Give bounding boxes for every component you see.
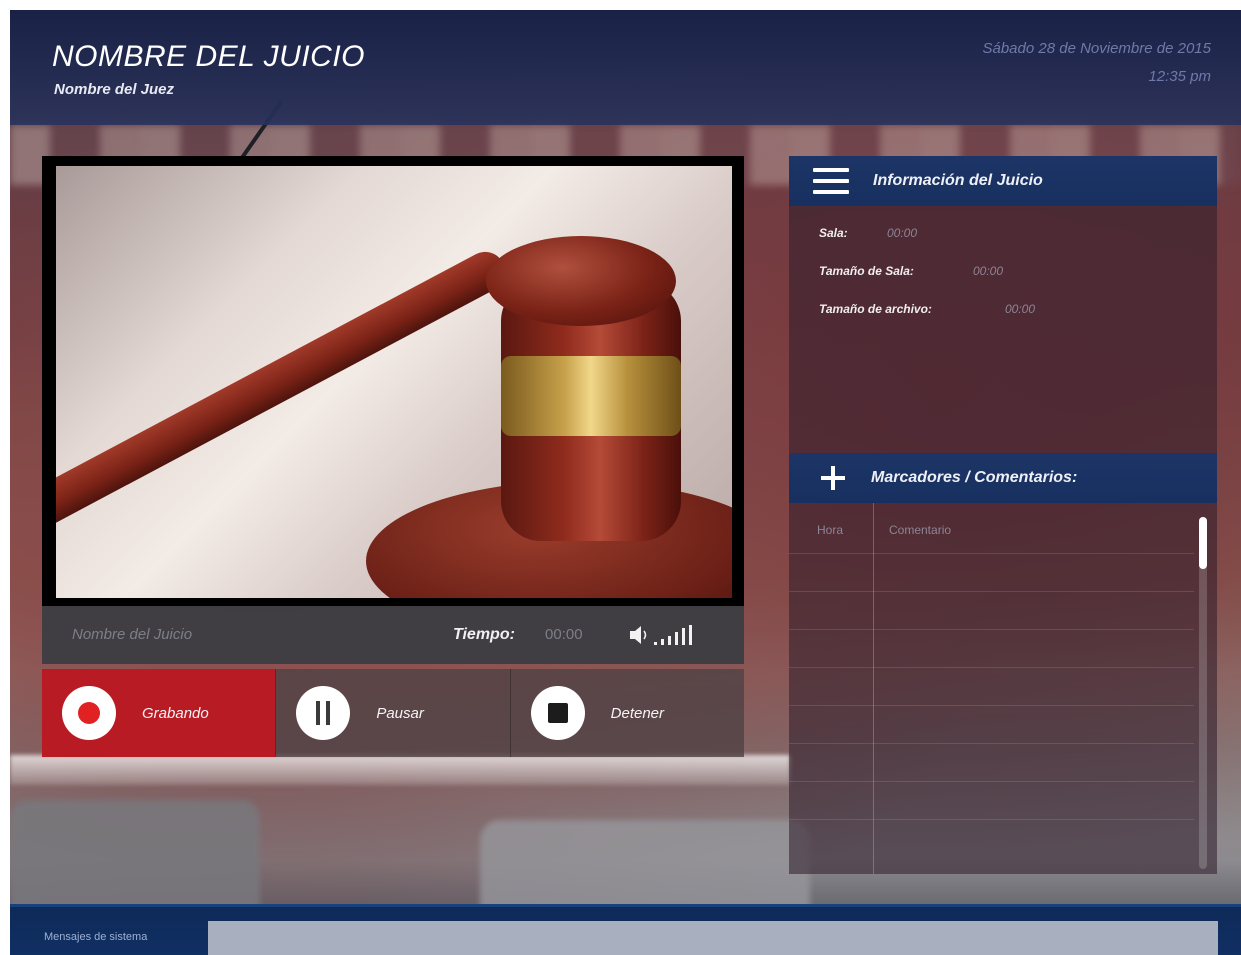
info-row-label: Sala: [819, 226, 848, 240]
video-player[interactable] [42, 156, 744, 606]
info-row-value: 00:00 [1005, 302, 1036, 316]
info-row-label: Tamaño de archivo: [819, 302, 932, 316]
table-row [789, 553, 1194, 554]
pause-label: Pausar [376, 704, 424, 722]
judge-name: Nombre del Juez [54, 81, 175, 98]
info-panel-title: Información del Juicio [873, 172, 1043, 189]
header: NOMBRE DEL JUICIO Nombre del Juez Sábado… [10, 10, 1241, 125]
video-name: Nombre del Juicio [72, 626, 193, 643]
elapsed-time-label: Tiempo: [453, 626, 515, 643]
time-label: 12:35 pm [1148, 68, 1211, 85]
recording-controls: Grabando Pausar Detener [42, 669, 744, 757]
system-messages-label: Mensajes de sistema [44, 931, 148, 943]
app-window: NOMBRE DEL JUICIO Nombre del Juez Sábado… [10, 10, 1241, 955]
table-row [789, 743, 1194, 744]
menu-icon[interactable] [813, 168, 849, 194]
gavel-head-top [486, 236, 676, 326]
table-row [789, 781, 1194, 782]
info-row-value: 00:00 [973, 264, 1004, 278]
info-row-label: Tamaño de Sala: [819, 264, 914, 278]
table-row [789, 819, 1194, 820]
info-row-value: 00:00 [887, 226, 918, 240]
record-icon [62, 686, 116, 740]
pause-button[interactable]: Pausar [275, 669, 510, 757]
video-preview-gavel [56, 166, 732, 598]
record-button[interactable]: Grabando [42, 669, 276, 757]
column-header-comment: Comentario [889, 523, 952, 537]
volume-icon[interactable] [628, 622, 708, 648]
background-desk [10, 755, 790, 785]
markers-panel-header: Marcadores / Comentarios: [789, 453, 1217, 503]
table-row [789, 629, 1194, 630]
stop-label: Detener [610, 704, 665, 722]
date-label: Sábado 28 de Noviembre de 2015 [982, 40, 1211, 57]
gavel-gold-band [501, 356, 681, 436]
elapsed-time-value: 00:00 [545, 626, 583, 643]
info-row-file-size: Tamaño de archivo: 00:00 [819, 302, 1035, 316]
stop-icon [530, 686, 585, 740]
footer: Mensajes de sistema [10, 904, 1241, 955]
pause-icon [296, 686, 351, 740]
info-panel-header: Información del Juicio [789, 156, 1217, 206]
background-chair [10, 800, 260, 920]
info-row-room-size: Tamaño de Sala: 00:00 [819, 264, 1003, 278]
gavel-handle [56, 244, 513, 534]
markers-scrollbar[interactable] [1199, 517, 1207, 869]
record-label: Grabando [142, 704, 209, 722]
info-row-sala: Sala: 00:00 [819, 226, 917, 240]
markers-panel-title: Marcadores / Comentarios: [871, 469, 1078, 486]
system-messages-area [208, 921, 1218, 955]
column-header-time: Hora [817, 523, 844, 537]
markers-table[interactable]: Hora Comentario [789, 503, 1217, 874]
scrollbar-thumb[interactable] [1199, 517, 1207, 569]
table-row [789, 591, 1194, 592]
table-row [789, 705, 1194, 706]
add-marker-icon[interactable] [821, 466, 845, 490]
stop-button[interactable]: Detener [509, 669, 744, 757]
video-info-bar: Nombre del Juicio Tiempo: 00:00 [42, 606, 744, 664]
table-row [789, 667, 1194, 668]
page-title: NOMBRE DEL JUICIO [52, 40, 365, 73]
side-panel: Información del Juicio Sala: 00:00 Tamañ… [789, 156, 1217, 874]
